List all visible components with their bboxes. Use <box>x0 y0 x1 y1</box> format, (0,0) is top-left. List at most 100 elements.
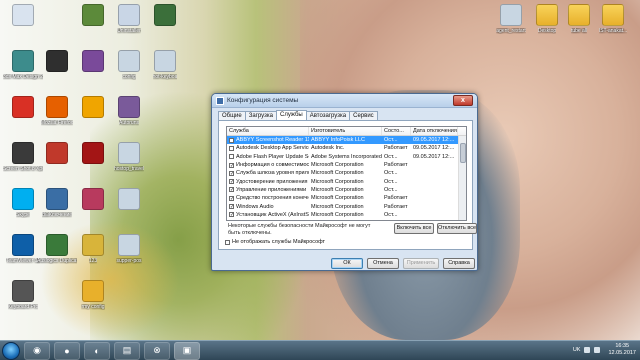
desktop-icon[interactable] <box>76 188 110 212</box>
desktop-icon[interactable] <box>40 50 74 74</box>
desktop-icon[interactable] <box>6 96 40 120</box>
service-checkbox[interactable] <box>229 154 234 160</box>
desktop-icon[interactable]: Skype <box>6 188 40 218</box>
service-name: Управление приложениями <box>236 186 307 193</box>
service-checkbox[interactable]: ✓ <box>229 204 234 210</box>
desktop-icon[interactable]: 123 <box>76 234 110 264</box>
cancel-button[interactable]: Отмена <box>367 258 399 269</box>
desktop-icon[interactable]: supper-pos <box>112 234 146 264</box>
column-service[interactable]: Служба <box>227 127 309 135</box>
table-row[interactable]: Autodesk Desktop App Service Autodesk Inc… <box>227 144 458 152</box>
service-checkbox[interactable]: ✓ <box>229 170 234 176</box>
vertical-scrollbar[interactable] <box>458 136 466 220</box>
clock[interactable]: 16:35 12.05.2017 <box>608 343 636 357</box>
service-checkbox[interactable]: ✓ <box>229 212 234 218</box>
service-name-cell: Adobe Flash Player Update Service <box>227 153 309 161</box>
hide-microsoft-services[interactable]: Не отображать службы Майкрософт <box>225 239 325 245</box>
desktop-icon[interactable]: IST-anakat... <box>596 4 630 34</box>
table-row[interactable]: ✓ Удостоверение приложения Microsoft Corpo… <box>227 177 458 185</box>
clock-time: 16:35 <box>615 343 630 349</box>
desktop-icon[interactable] <box>76 96 110 120</box>
service-checkbox[interactable]: ✓ <box>229 195 234 201</box>
desktop-icon[interactable] <box>148 4 182 28</box>
tab-1[interactable]: Общие <box>218 111 246 120</box>
desktop-icon[interactable] <box>40 142 74 166</box>
desktop-icon[interactable]: 3ds Max Design 2015 <box>3 50 43 80</box>
desktop-icon[interactable] <box>76 4 110 28</box>
desktop-icon-label: tube all <box>570 28 588 34</box>
service-checkbox[interactable]: ✓ <box>229 162 234 168</box>
desktop-icon-label: Keyboard Pro <box>7 304 39 310</box>
desktop-icon[interactable]: hostop_travel <box>112 142 146 172</box>
desktop-icon[interactable]: Desktop <box>530 4 564 34</box>
table-row[interactable]: ✓Информация о совместимости п...Microsof… <box>227 161 458 169</box>
state-cell: Ост... <box>384 178 398 185</box>
language-indicator[interactable]: UK <box>573 347 581 353</box>
desktop-icon[interactable]: Mozilla Firefox <box>40 96 74 126</box>
taskbar-app-button[interactable]: ⊗ <box>144 341 170 360</box>
desktop-icon[interactable] <box>76 142 110 166</box>
tab-2[interactable]: Загрузка <box>244 111 277 120</box>
table-row[interactable]: ✓ Средство построения конечн... Microsoft … <box>227 194 458 202</box>
service-checkbox[interactable]: ✓ <box>229 187 234 193</box>
dialog-titlebar[interactable]: Конфигурация системы <box>212 94 477 108</box>
column-manufacturer[interactable]: Изготовитель <box>309 127 382 135</box>
taskbar-items: ◉ ● ◐ ▤ ⊗ ▣ <box>20 341 200 360</box>
state-cell: Работает <box>384 145 408 152</box>
taskbar-app-button[interactable]: ◉ <box>24 341 50 360</box>
manufacturer-cell: Microsoft Corporation <box>311 178 364 185</box>
hide-microsoft-checkbox[interactable] <box>225 239 230 245</box>
taskbar-app-button[interactable]: ◐ <box>84 341 110 360</box>
tab-5[interactable]: Сервис <box>349 111 378 120</box>
desktop-icon[interactable]: config <box>112 50 146 80</box>
table-row[interactable]: ✓Служба шлюза уровня приложе...Microsoft… <box>227 169 458 177</box>
table-row[interactable]: ✓ Установщик ActiveX (AxInstSV) Microsoft … <box>227 211 458 219</box>
help-button[interactable]: Справка <box>443 258 475 269</box>
table-row[interactable]: Adobe Flash Player Update ServiceAdobe S… <box>227 153 458 161</box>
desktop-icon[interactable]: agent_restart <box>494 4 528 34</box>
service-checkbox[interactable] <box>229 145 234 151</box>
service-name: Информация о совместимости п... <box>236 162 309 169</box>
network-icon[interactable] <box>584 347 591 353</box>
volume-icon[interactable] <box>594 347 601 353</box>
taskbar-app-button[interactable]: ▣ <box>174 341 200 360</box>
desktop-icon[interactable]: Autoruns <box>112 96 146 126</box>
apply-button[interactable]: Применить <box>403 258 439 269</box>
desktop-icon[interactable]: hot-keyboa <box>148 50 182 80</box>
start-button[interactable] <box>2 341 20 360</box>
service-checkbox[interactable]: ✓ <box>229 179 234 185</box>
table-row[interactable]: ✓ Windows Audio Microsoft Corporation Работ… <box>227 202 458 210</box>
tab-4[interactable]: Автозагрузка <box>305 111 351 120</box>
table-row[interactable]: ✓ Управление приложениями Microsoft Corpor… <box>227 186 458 194</box>
system-tray: UK 16:35 12.05.2017 <box>573 343 636 357</box>
desktop-icon[interactable]: TeamViewer 12 <box>6 234 40 264</box>
desktop-icon[interactable]: rmy config <box>76 280 110 310</box>
desktop-icon[interactable] <box>6 4 40 28</box>
desktop-icon[interactable]: Auslogics Duplicate Fi <box>37 234 77 264</box>
desktop-icon[interactable]: Uninstaller <box>112 4 146 34</box>
desktop-icon[interactable] <box>112 188 146 212</box>
desktop-icon[interactable]: ВыКлючение <box>40 188 74 218</box>
column-disable-date[interactable]: Дата отключения <box>411 127 458 135</box>
taskbar-app-button[interactable]: ▤ <box>114 341 140 360</box>
table-row[interactable]: ✓Служба шифрования дисков Bi...Microsoft… <box>227 219 458 220</box>
disable-date-cell: 09.05.2017 12:... <box>413 153 455 160</box>
desktop-icon[interactable]: Keyboard Pro <box>6 280 40 310</box>
manufacturer-cell: Autodesk Inc. <box>311 145 345 152</box>
desktop-icon[interactable]: Screen Shot 8 Хром <box>3 142 43 172</box>
service-checkbox[interactable] <box>229 137 234 143</box>
tab-3[interactable]: Службы <box>276 110 307 120</box>
column-state[interactable]: Состо... <box>382 127 411 135</box>
enable-all-button[interactable]: Включить все <box>394 223 434 234</box>
service-name: Средство построения конечн... <box>236 195 309 202</box>
disable-all-button[interactable]: Отключить все <box>437 223 477 234</box>
desktop-icon[interactable] <box>76 50 110 74</box>
close-button[interactable]: x <box>453 95 473 106</box>
app-icon <box>46 96 68 118</box>
app-icon <box>12 142 34 164</box>
desktop-icon[interactable]: tube all <box>562 4 596 34</box>
scroll-thumb[interactable] <box>460 143 466 163</box>
ok-button[interactable]: ОК <box>331 258 363 269</box>
table-row[interactable]: ABBYY Screenshot Reader 11 - ...ABBYY In… <box>227 136 458 145</box>
taskbar-app-button[interactable]: ● <box>54 341 80 360</box>
